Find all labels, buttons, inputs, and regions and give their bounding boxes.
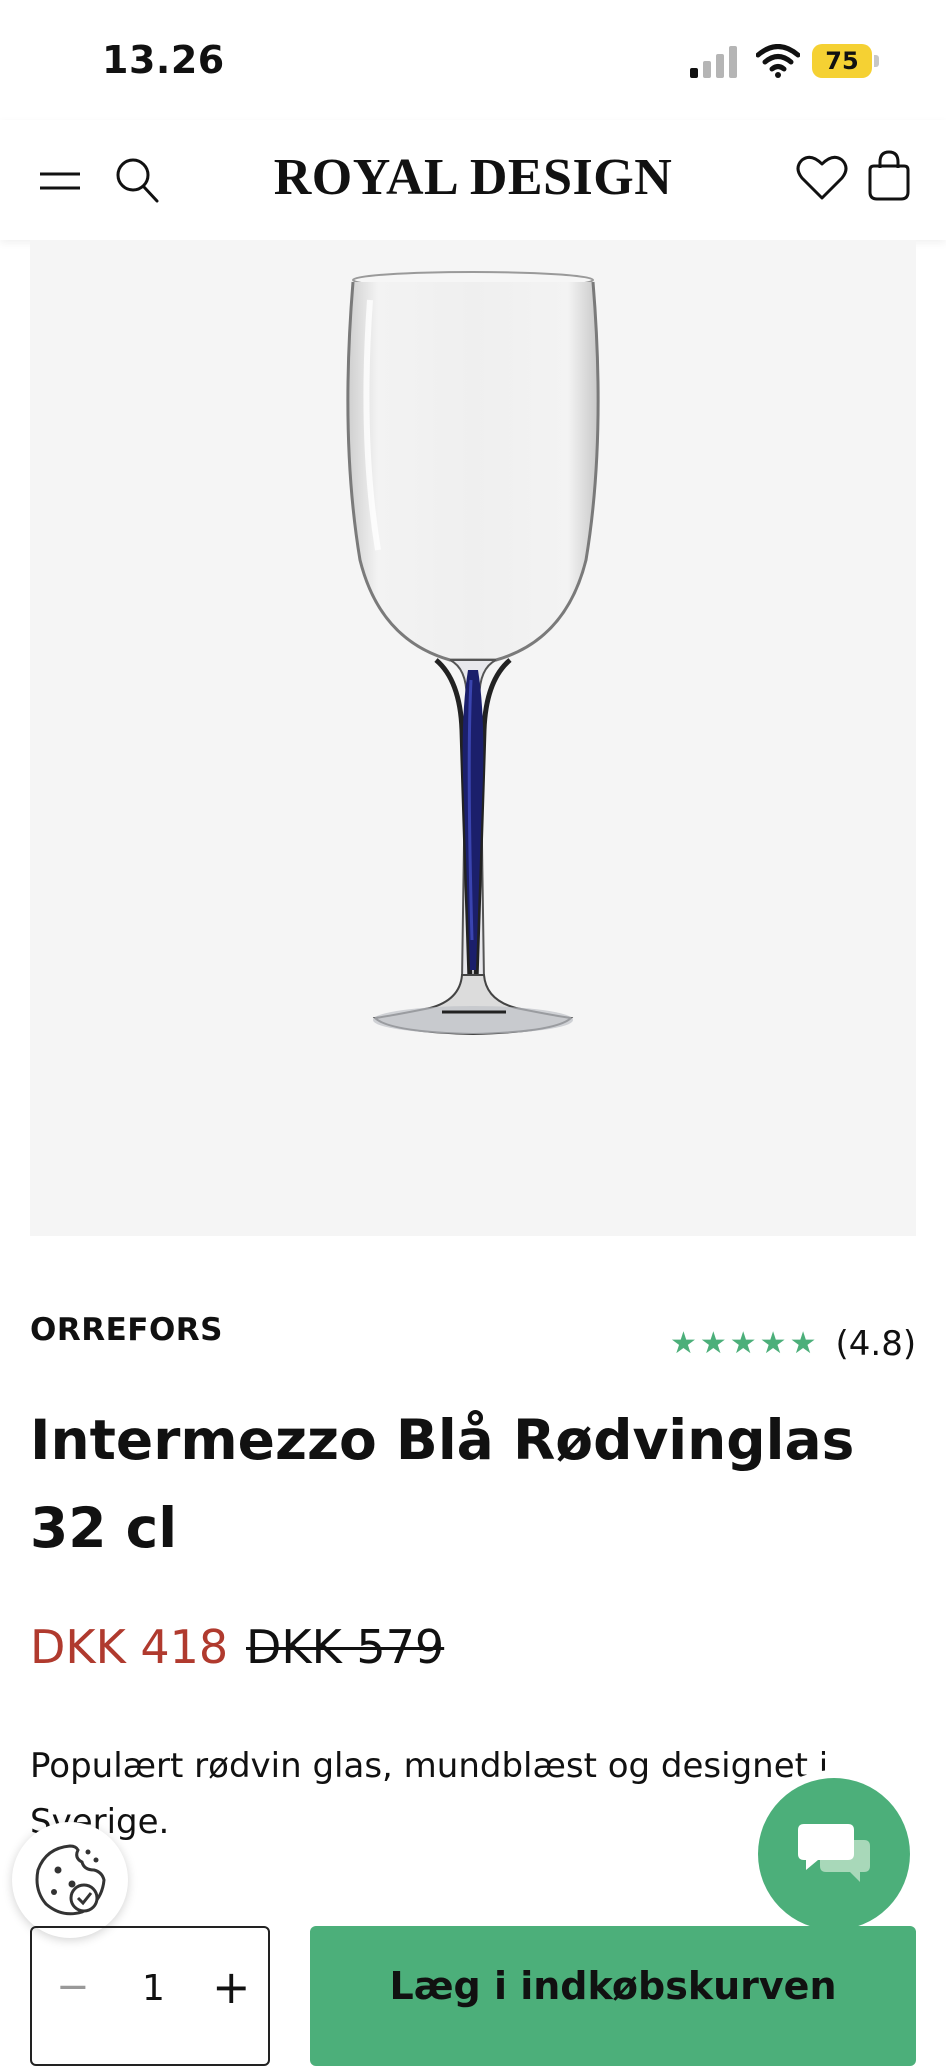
brand-logo[interactable]: ROYAL DESIGN: [220, 148, 726, 207]
battery-tip: [874, 55, 879, 67]
chat-bubbles-icon: [798, 1824, 870, 1882]
product-description: Populært rødvin glas, mundblæst og desig…: [30, 1746, 829, 1842]
add-to-cart-label: Læg i indkøbskurven: [389, 1964, 837, 2008]
status-time: 13.26: [102, 38, 225, 82]
add-to-cart-button[interactable]: Læg i indkøbskurven: [310, 1926, 916, 2066]
cookie-consent-icon: [35, 1844, 106, 1916]
chat-button[interactable]: [758, 1778, 910, 1930]
product-image[interactable]: [30, 240, 916, 1236]
shopping-bag-icon[interactable]: [866, 148, 912, 202]
hamburger-menu-icon[interactable]: [38, 164, 82, 198]
quantity-stepper[interactable]: − 1 +: [30, 1926, 270, 2066]
product-title: Intermezzo Blå Rødvinglas 32 cl: [30, 1408, 855, 1560]
original-price: DKK 579: [246, 1620, 445, 1674]
heart-icon[interactable]: [796, 154, 848, 202]
product-rating[interactable]: ★★★★★ (4.8): [670, 1322, 916, 1364]
rating-value: (4.8): [835, 1323, 917, 1364]
cookie-consent-button[interactable]: [12, 1822, 128, 1938]
search-icon[interactable]: [114, 156, 160, 204]
sale-price: DKK 418: [30, 1620, 229, 1674]
cellular-signal-icon: [690, 46, 738, 78]
battery-icon: 75: [812, 44, 880, 80]
product-brand[interactable]: ORREFORS: [30, 1312, 223, 1348]
site-header: ROYAL DESIGN: [0, 120, 946, 240]
wifi-icon: [755, 44, 801, 78]
status-bar: 13.26 75: [0, 0, 946, 120]
quantity-increase-button[interactable]: +: [212, 1960, 251, 2014]
quantity-value[interactable]: 1: [142, 1968, 165, 2009]
battery-level: 75: [825, 47, 859, 75]
quantity-decrease-button[interactable]: −: [56, 1964, 90, 2010]
rating-stars-icon: ★★★★★: [670, 1326, 820, 1361]
wine-glass-illustration: [346, 271, 600, 1036]
